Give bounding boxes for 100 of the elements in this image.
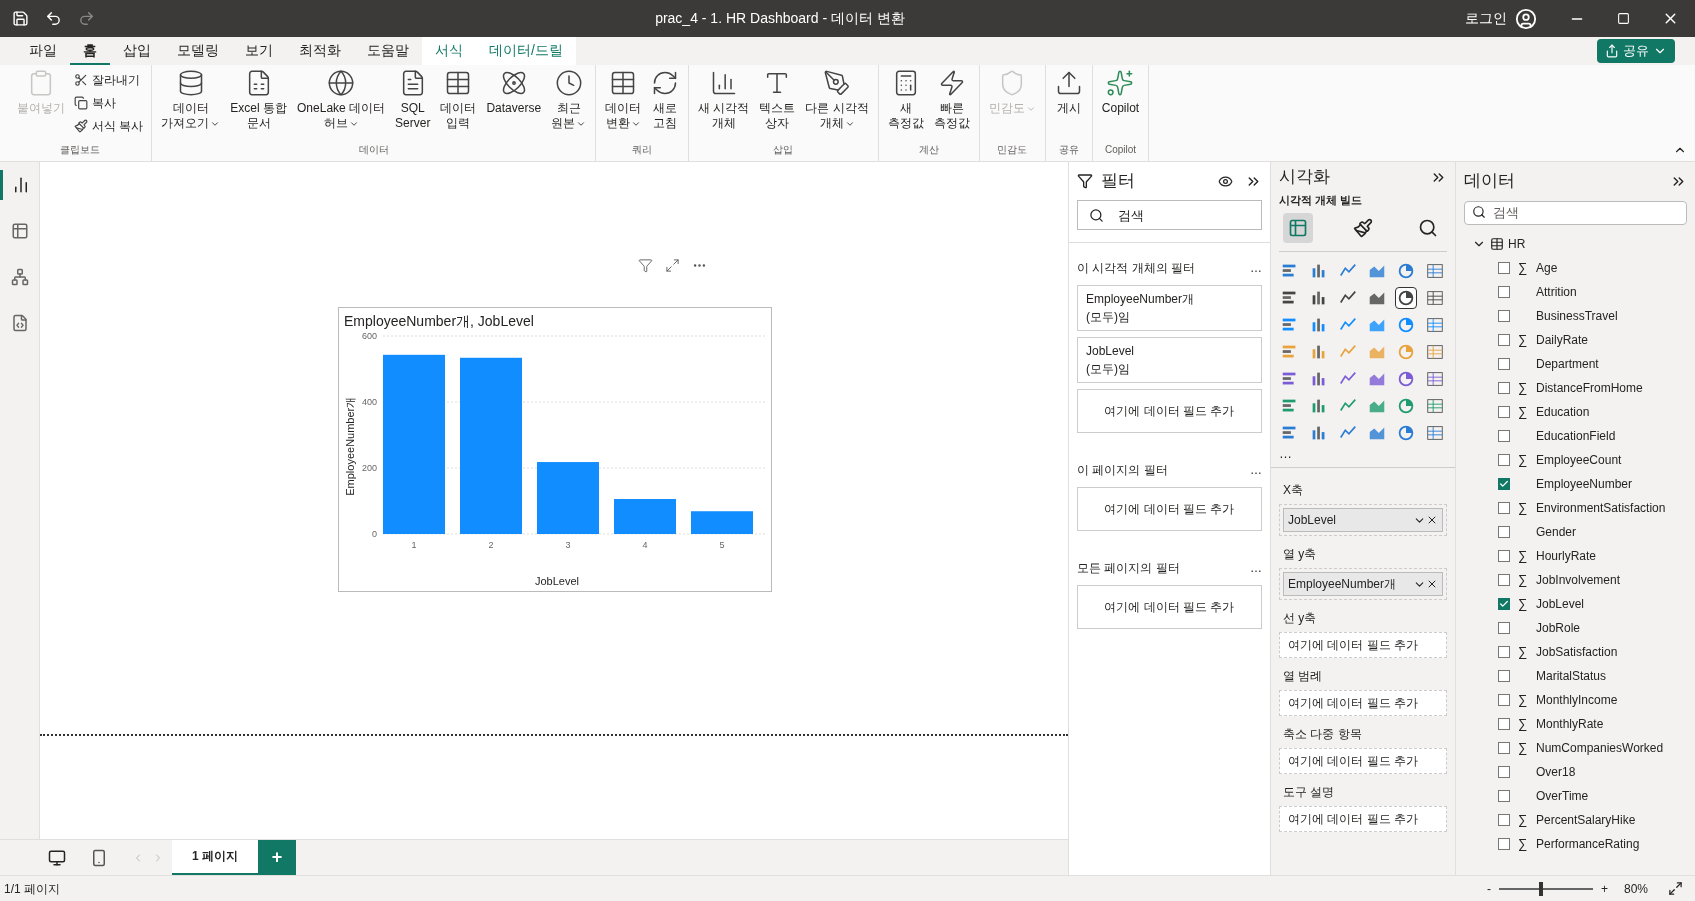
field-name[interactable]: JobLevel bbox=[1536, 594, 1585, 613]
page-tab[interactable]: 1 페이지 bbox=[172, 839, 258, 876]
drop-zone[interactable]: 여기에 데이터 필드 추가 bbox=[1077, 389, 1262, 433]
field-checkbox[interactable] bbox=[1498, 381, 1510, 394]
field-name[interactable]: MaritalStatus bbox=[1536, 666, 1607, 685]
field-checkbox[interactable] bbox=[1498, 573, 1510, 586]
ribbon-button[interactable]: 새로 고침 bbox=[646, 69, 685, 131]
ribbon-button[interactable]: 새 시각적 개체 bbox=[693, 69, 755, 131]
field-name[interactable]: MonthlyRate bbox=[1536, 714, 1604, 733]
field-checkbox[interactable] bbox=[1498, 501, 1510, 514]
ribbon-button[interactable]: 데이터 입력 bbox=[435, 69, 482, 131]
drop-zone[interactable]: 여기에 데이터 필드 추가 bbox=[1077, 487, 1262, 531]
menu-tab[interactable]: 보기 bbox=[232, 37, 286, 65]
field-checkbox[interactable] bbox=[1498, 717, 1510, 730]
field-name[interactable]: OverTime bbox=[1536, 786, 1589, 805]
undo-icon[interactable] bbox=[45, 10, 62, 27]
field-checkbox[interactable] bbox=[1498, 597, 1510, 610]
field-name[interactable]: HourlyRate bbox=[1536, 546, 1597, 565]
ribbon-button[interactable]: SQL Server bbox=[390, 69, 436, 131]
field-name[interactable]: PercentSalaryHike bbox=[1536, 810, 1636, 829]
field-name[interactable]: BusinessTravel bbox=[1536, 306, 1618, 325]
search-field[interactable]: 검색 bbox=[1464, 200, 1687, 225]
field-name[interactable]: DistanceFromHome bbox=[1536, 378, 1643, 397]
maximize-icon[interactable] bbox=[1617, 12, 1630, 25]
ribbon-button[interactable]: 텍스트 상자 bbox=[754, 69, 801, 131]
field-checkbox[interactable] bbox=[1498, 693, 1510, 706]
search-field[interactable]: 검색 bbox=[1077, 200, 1262, 230]
zoom-thumb[interactable] bbox=[1539, 881, 1544, 896]
menu-tab[interactable]: 데이터/드릴 bbox=[476, 37, 576, 65]
drop-zone[interactable]: 여기에 데이터 필드 추가 bbox=[1077, 585, 1262, 629]
field-checkbox[interactable] bbox=[1498, 309, 1510, 322]
field-name[interactable]: PerformanceRating bbox=[1536, 834, 1640, 853]
ribbon-button[interactable]: 데이터 변환 bbox=[600, 69, 647, 131]
add-page-button[interactable]: + bbox=[258, 839, 296, 876]
menu-tab[interactable]: 서식 bbox=[422, 37, 476, 65]
drop-zone[interactable]: 여기에 데이터 필드 추가 bbox=[1279, 690, 1447, 716]
field-name[interactable]: JobInvolvement bbox=[1536, 570, 1621, 589]
field-checkbox[interactable] bbox=[1498, 765, 1510, 778]
field-checkbox[interactable] bbox=[1498, 837, 1510, 850]
menu-tab[interactable]: 모델링 bbox=[164, 37, 232, 65]
field-name[interactable]: Attrition bbox=[1536, 282, 1577, 301]
field-name[interactable]: Department bbox=[1536, 354, 1599, 373]
field-checkbox[interactable] bbox=[1498, 669, 1510, 682]
ribbon-button[interactable]: 데이터 가져오기 bbox=[156, 69, 226, 131]
ribbon-button[interactable]: 복사 bbox=[70, 92, 148, 113]
ribbon-button[interactable]: 새 측정값 bbox=[882, 69, 929, 131]
redo-icon[interactable] bbox=[78, 10, 95, 27]
field-name[interactable]: JobSatisfaction bbox=[1536, 642, 1618, 661]
filter-icon[interactable] bbox=[638, 258, 653, 273]
field-pill[interactable]: EmployeeNumber개 bbox=[1283, 572, 1443, 596]
menu-tab[interactable]: 삽입 bbox=[110, 37, 164, 65]
drop-zone[interactable]: 여기에 데이터 필드 추가 bbox=[1279, 748, 1447, 774]
field-name[interactable]: EnvironmentSatisfaction bbox=[1536, 498, 1666, 517]
zoom-out-button[interactable]: - bbox=[1486, 879, 1491, 898]
field-checkbox[interactable] bbox=[1498, 357, 1510, 370]
field-checkbox[interactable] bbox=[1498, 429, 1510, 442]
field-checkbox[interactable] bbox=[1498, 525, 1510, 538]
field-name[interactable]: Age bbox=[1536, 258, 1558, 277]
field-name[interactable]: EmployeeNumber bbox=[1536, 474, 1633, 493]
drop-zone[interactable]: 여기에 데이터 필드 추가 bbox=[1279, 806, 1447, 832]
field-name[interactable]: Gender bbox=[1536, 522, 1577, 541]
drop-zone[interactable]: 여기에 데이터 필드 추가 bbox=[1279, 632, 1447, 658]
ribbon-button[interactable]: 잘라내기 bbox=[70, 69, 148, 90]
more-visuals-icon[interactable]: … bbox=[1279, 443, 1447, 463]
ribbon-button[interactable]: 서식 복사 bbox=[70, 115, 148, 136]
share-button[interactable]: 공유 bbox=[1597, 39, 1675, 63]
field-checkbox[interactable] bbox=[1498, 285, 1510, 298]
field-checkbox[interactable] bbox=[1498, 813, 1510, 826]
field-name[interactable]: MonthlyIncome bbox=[1536, 690, 1618, 709]
menu-tab[interactable]: 파일 bbox=[16, 37, 70, 65]
menu-tab[interactable]: 최적화 bbox=[286, 37, 354, 65]
ribbon-button[interactable]: 게시 bbox=[1049, 69, 1088, 116]
zoom-in-button[interactable]: + bbox=[1600, 879, 1608, 898]
field-name[interactable]: JobRole bbox=[1536, 618, 1581, 637]
build-visual-icon[interactable] bbox=[1283, 212, 1313, 243]
more-options-icon[interactable]: … bbox=[1250, 259, 1262, 277]
ribbon-button[interactable]: Dataverse bbox=[481, 69, 547, 116]
login-link[interactable]: 로그인 bbox=[1465, 8, 1507, 29]
field-checkbox[interactable] bbox=[1498, 333, 1510, 346]
table-name[interactable]: HR bbox=[1508, 235, 1526, 253]
menu-tab[interactable]: 도움말 bbox=[354, 37, 422, 65]
field-pill[interactable]: JobLevel bbox=[1283, 508, 1443, 532]
more-options-icon[interactable]: … bbox=[1250, 461, 1262, 479]
field-name[interactable]: Over18 bbox=[1536, 762, 1576, 781]
field-checkbox[interactable] bbox=[1498, 405, 1510, 418]
chart-type-icon[interactable] bbox=[1395, 286, 1417, 309]
field-checkbox[interactable] bbox=[1498, 261, 1510, 274]
mobile-layout-icon[interactable] bbox=[90, 848, 108, 867]
fit-to-page-icon[interactable] bbox=[1668, 881, 1683, 896]
ribbon-button[interactable]: OneLake 데이터 허브 bbox=[292, 69, 391, 131]
zoom-slider[interactable] bbox=[1498, 881, 1593, 896]
filter-card[interactable]: EmployeeNumber개 (모두)임 bbox=[1077, 285, 1262, 331]
ribbon-button[interactable]: Excel 통합 문서 bbox=[225, 69, 293, 131]
ribbon-button[interactable]: 빠른 측정값 bbox=[928, 69, 975, 131]
field-name[interactable]: DailyRate bbox=[1536, 330, 1589, 349]
ribbon-button[interactable]: 최근 원본 bbox=[546, 69, 592, 131]
save-icon[interactable] bbox=[12, 10, 29, 27]
field-checkbox[interactable] bbox=[1498, 741, 1510, 754]
ribbon-button[interactable]: 다른 시각적 개체 bbox=[800, 69, 874, 131]
focus-mode-icon[interactable] bbox=[665, 258, 680, 273]
